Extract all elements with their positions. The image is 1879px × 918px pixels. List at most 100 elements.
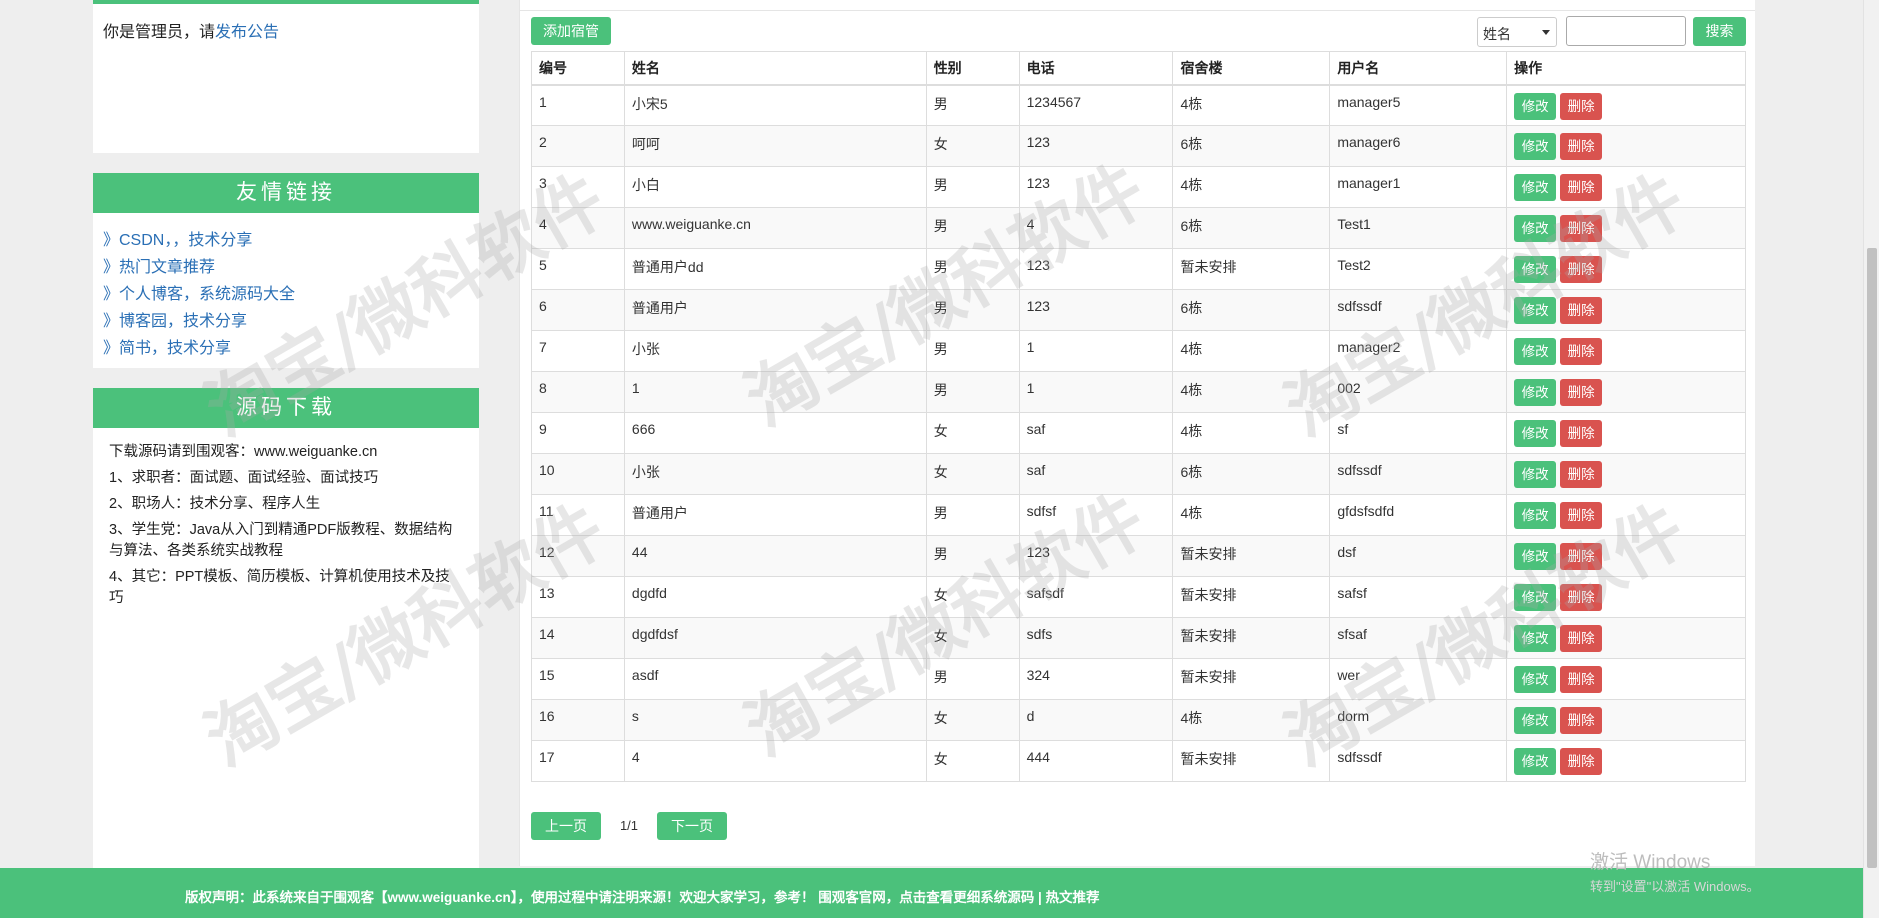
table-cell: 男 <box>925 330 1020 372</box>
add-manager-button[interactable]: 添加宿管 <box>531 17 611 45</box>
edit-button[interactable]: 修改 <box>1514 461 1557 488</box>
delete-button[interactable]: 删除 <box>1560 584 1603 611</box>
next-page-button[interactable]: 下一页 <box>657 812 727 840</box>
delete-button[interactable]: 删除 <box>1560 92 1603 120</box>
edit-button[interactable]: 修改 <box>1514 174 1557 201</box>
table-cell: 13 <box>531 576 625 618</box>
search-button[interactable]: 搜索 <box>1693 17 1746 46</box>
pagination: 上一页 1/1 下一页 <box>531 812 727 840</box>
delete-button[interactable]: 删除 <box>1560 379 1603 406</box>
delete-button[interactable]: 删除 <box>1560 133 1603 160</box>
table-cell: 4栋 <box>1172 166 1331 208</box>
edit-button[interactable]: 修改 <box>1514 256 1557 283</box>
delete-button[interactable]: 删除 <box>1560 338 1603 365</box>
search-field-select[interactable]: 姓名 <box>1477 17 1557 47</box>
table-cell: 男 <box>925 289 1020 331</box>
table-cell: 暂未安排 <box>1172 740 1331 782</box>
column-header: 编号 <box>531 51 625 86</box>
delete-button[interactable]: 删除 <box>1560 502 1603 529</box>
publish-notice-link[interactable]: 发布公告 <box>215 24 279 41</box>
delete-button[interactable]: 删除 <box>1560 707 1603 734</box>
friend-link-item[interactable]: 》CSDN，，技术分享 <box>103 227 469 254</box>
edit-button[interactable]: 修改 <box>1514 543 1557 570</box>
table-cell: 4栋 <box>1172 371 1331 413</box>
delete-button[interactable]: 删除 <box>1560 420 1603 447</box>
friend-link-item[interactable]: 》简书，技术分享 <box>103 335 469 362</box>
scrollbar-thumb[interactable] <box>1867 248 1877 868</box>
prev-page-button[interactable]: 上一页 <box>531 812 601 840</box>
edit-button[interactable]: 修改 <box>1514 133 1557 160</box>
edit-button[interactable]: 修改 <box>1514 707 1557 734</box>
delete-button[interactable]: 删除 <box>1560 748 1603 775</box>
table-cell: 123 <box>1018 289 1174 331</box>
row-actions: 修改 删除 <box>1506 494 1746 536</box>
table-cell: 123 <box>1018 166 1174 208</box>
edit-button[interactable]: 修改 <box>1514 584 1557 611</box>
edit-button[interactable]: 修改 <box>1514 625 1557 652</box>
table-cell: 男 <box>925 84 1020 126</box>
table-cell: 4 <box>1018 207 1174 249</box>
delete-button[interactable]: 删除 <box>1560 625 1603 652</box>
table-cell: 17 <box>531 740 625 782</box>
edit-button[interactable]: 修改 <box>1514 420 1557 447</box>
page-scrollbar[interactable] <box>1863 0 1879 918</box>
edit-button[interactable]: 修改 <box>1514 92 1557 120</box>
table-cell: 1 <box>531 84 625 126</box>
table-row: 8 1 男 1 4栋 002 修改 删除 <box>531 371 1746 413</box>
windows-activation-subtitle: 转到"设置"以激活 Windows。 <box>1590 879 1760 894</box>
delete-button[interactable]: 删除 <box>1560 297 1603 324</box>
table-cell: asdf <box>623 658 927 700</box>
column-header: 宿舍楼 <box>1172 51 1331 86</box>
table-cell: 4栋 <box>1172 699 1331 741</box>
edit-button[interactable]: 修改 <box>1514 666 1557 693</box>
edit-button[interactable]: 修改 <box>1514 502 1557 529</box>
table-row: 5 普通用户dd 男 123 暂未安排 Test2 修改 删除 <box>531 248 1746 290</box>
footer-text: 版权声明：此系统来自于围观客【www.weiguanke.cn】，使用过程中请注… <box>185 890 1100 905</box>
table-cell: sdfssdf <box>1329 289 1508 331</box>
delete-button[interactable]: 删除 <box>1560 215 1603 242</box>
table-cell: 6栋 <box>1172 207 1331 249</box>
table-cell: 男 <box>925 494 1020 536</box>
friend-link-item[interactable]: 》博客园，技术分享 <box>103 308 469 335</box>
row-actions: 修改 删除 <box>1506 617 1746 659</box>
table-cell: 4 <box>623 740 927 782</box>
table-cell: manager5 <box>1329 84 1508 126</box>
table-cell: sf <box>1329 412 1508 454</box>
table-cell: sdfs <box>1018 617 1174 659</box>
edit-button[interactable]: 修改 <box>1514 215 1557 242</box>
delete-button[interactable]: 删除 <box>1560 543 1603 570</box>
column-header: 用户名 <box>1329 51 1508 86</box>
table-cell: 小张 <box>623 453 927 495</box>
column-header: 性别 <box>925 51 1020 86</box>
friend-link-item[interactable]: 》热门文章推荐 <box>103 254 469 281</box>
download-line: 4、其它：PPT模板、简历模板、计算机使用技术及技巧 <box>109 569 450 606</box>
row-actions: 修改 删除 <box>1506 330 1746 372</box>
left-sidebar: 你是管理员，请发布公告 友情链接 》CSDN，，技术分享 》热门文章推荐 》个人博客… <box>93 0 479 918</box>
delete-button[interactable]: 删除 <box>1560 461 1603 488</box>
table-cell: 男 <box>925 166 1020 208</box>
table-row: 4 www.weiguanke.cn 男 4 6栋 Test1 修改 删除 <box>531 207 1746 249</box>
delete-button[interactable]: 删除 <box>1560 256 1603 283</box>
edit-button[interactable]: 修改 <box>1514 338 1557 365</box>
table-cell: 女 <box>925 699 1020 741</box>
row-actions: 修改 删除 <box>1506 658 1746 700</box>
manager-table: 编号 姓名 性别 电话 宿舍楼 用户名 操作 1 小宋5 男 1234567 4栋 manager5 修… <box>531 51 1746 782</box>
table-cell: dgdfdsf <box>623 617 927 659</box>
search-input[interactable] <box>1566 16 1686 46</box>
table-cell: 暂未安排 <box>1172 535 1331 577</box>
friend-link-item[interactable]: 》个人博客，系统源码大全 <box>103 281 469 308</box>
row-actions: 修改 删除 <box>1506 412 1746 454</box>
table-cell: 10 <box>531 453 625 495</box>
table-cell: 男 <box>925 658 1020 700</box>
row-actions: 修改 删除 <box>1506 166 1746 208</box>
edit-button[interactable]: 修改 <box>1514 379 1557 406</box>
table-cell: 女 <box>925 617 1020 659</box>
table-cell: sdfsf <box>1018 494 1174 536</box>
edit-button[interactable]: 修改 <box>1514 748 1557 775</box>
delete-button[interactable]: 删除 <box>1560 666 1603 693</box>
row-actions: 修改 删除 <box>1506 740 1746 782</box>
table-cell: 002 <box>1329 371 1508 413</box>
row-actions: 修改 删除 <box>1506 535 1746 577</box>
edit-button[interactable]: 修改 <box>1514 297 1557 324</box>
delete-button[interactable]: 删除 <box>1560 174 1603 201</box>
